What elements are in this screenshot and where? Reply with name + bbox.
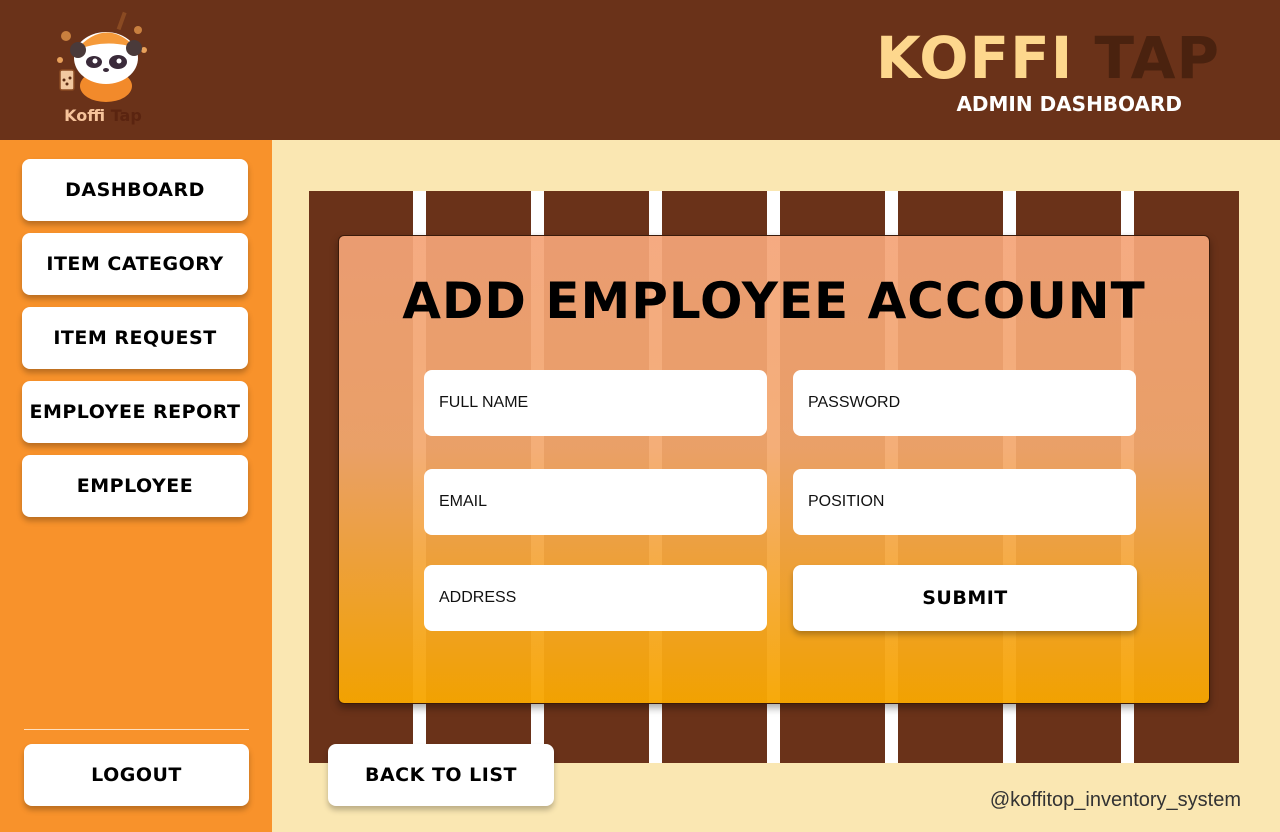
sidebar-item-item-category[interactable]: ITEM CATEGORY: [22, 233, 248, 295]
form-title: ADD EMPLOYEE ACCOUNT: [402, 272, 1146, 330]
back-to-list-button[interactable]: BACK TO LIST: [328, 744, 554, 806]
brand-title: KOFFI TAP: [876, 26, 1220, 90]
address-field[interactable]: [424, 565, 767, 631]
add-employee-form-card: ADD EMPLOYEE ACCOUNT SUBMIT: [338, 235, 1210, 704]
form-stage: ADD EMPLOYEE ACCOUNT SUBMIT: [309, 191, 1239, 763]
submit-button[interactable]: SUBMIT: [793, 565, 1137, 631]
password-field[interactable]: [793, 370, 1136, 436]
brand-word-koffi: KOFFI: [875, 24, 1074, 92]
sidebar-item-employee-report[interactable]: EMPLOYEE REPORT: [22, 381, 248, 443]
sidebar-item-dashboard[interactable]: DASHBOARD: [22, 159, 248, 221]
sidebar-item-item-request[interactable]: ITEM REQUEST: [22, 307, 248, 369]
footer-handle: @koffitop_inventory_system: [989, 789, 1241, 811]
koffi-tap-logo[interactable]: Koffi Tap: [48, 10, 158, 130]
brand-word-tap: TAP: [1094, 24, 1220, 92]
logo-word-koffi: Koffi: [64, 106, 106, 125]
logout-button[interactable]: LOGOUT: [24, 744, 249, 806]
page-subtitle: ADMIN DASHBOARD: [956, 92, 1182, 116]
panda-mascot-icon: [57, 11, 147, 102]
full-name-field[interactable]: [424, 370, 767, 436]
position-field[interactable]: [793, 469, 1136, 535]
sidebar-item-employee[interactable]: EMPLOYEE: [22, 455, 248, 517]
app-header: Koffi Tap KOFFI TAP ADMIN DASHBOARD: [0, 0, 1280, 140]
email-field[interactable]: [424, 469, 767, 535]
logo-wordmark: Koffi Tap: [48, 106, 158, 125]
brand-block: KOFFI TAP ADMIN DASHBOARD: [876, 26, 1220, 116]
sidebar-divider: [24, 729, 249, 730]
sidebar: DASHBOARD ITEM CATEGORY ITEM REQUEST EMP…: [0, 140, 272, 832]
logo-word-tap: Tap: [110, 106, 142, 125]
